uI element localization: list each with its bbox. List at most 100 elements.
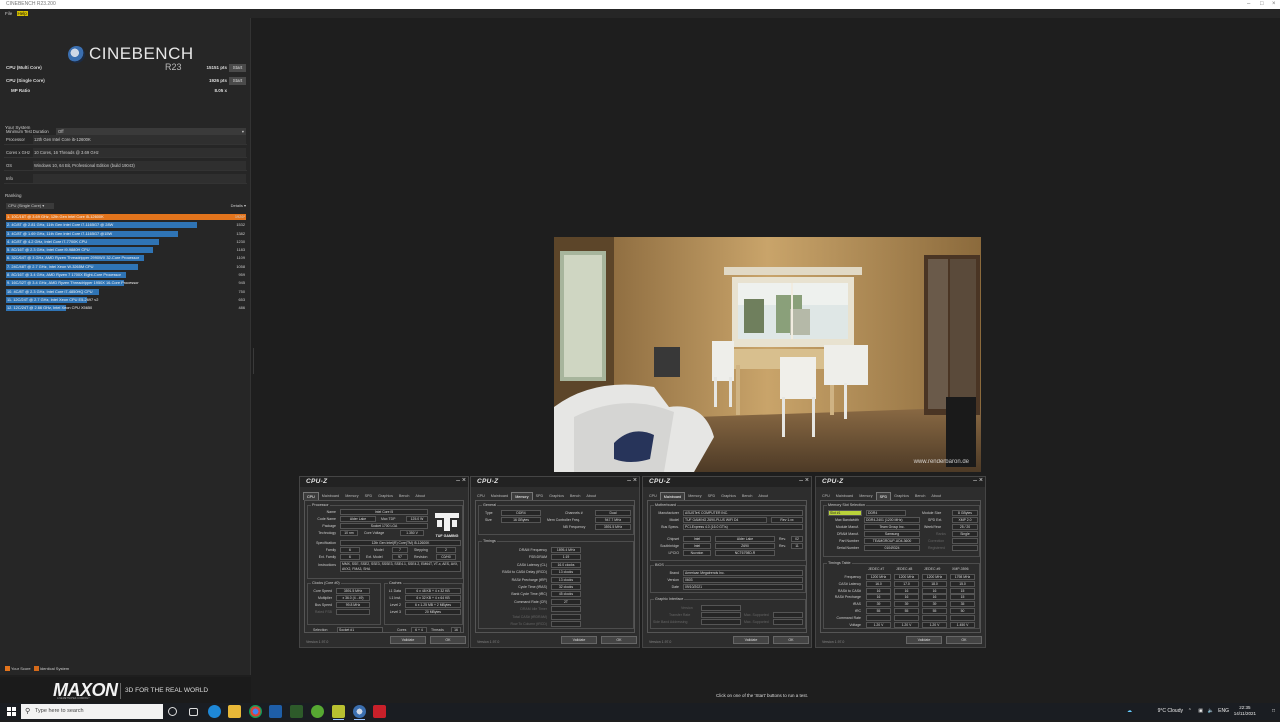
maximize-icon[interactable]: □ (1260, 0, 1264, 9)
tab-bench[interactable]: Bench (912, 492, 928, 500)
tab-cpu[interactable]: CPU (474, 492, 488, 500)
ok-button[interactable]: OK (430, 636, 466, 644)
windows-start-icon[interactable] (2, 703, 20, 720)
window-controls-icon[interactable]: – × (973, 477, 983, 484)
cortana-icon[interactable] (168, 707, 177, 716)
ranking-item[interactable]: 3. 4C/8T @ 1.69 GHz, 11th Gen Intel Core… (6, 230, 246, 238)
timings-cell: 1.20 V (922, 621, 947, 628)
start-multi-core-button[interactable]: Start (229, 64, 246, 72)
task-view-icon[interactable] (189, 708, 198, 716)
chrome-icon[interactable] (249, 705, 262, 718)
tab-mainboard[interactable]: Mainboard (319, 492, 342, 500)
app-icon[interactable] (290, 705, 303, 718)
ranking-item[interactable]: 8. 8C/16T @ 3.4 GHz, AMD Ryzen 7 1700X E… (6, 271, 246, 279)
menu-file[interactable]: File (5, 11, 12, 16)
edge-icon[interactable] (208, 705, 221, 718)
tab-about[interactable]: About (583, 492, 599, 500)
notification-icon[interactable]: □ (1272, 703, 1275, 720)
field-label: Specification (316, 541, 336, 545)
tab-memory[interactable]: Memory (685, 492, 704, 500)
ranking-item[interactable]: 6. 32C/64T @ 3 GHz, AMD Ryzen Threadripp… (6, 254, 246, 262)
field-value: 6 x 32 KB + 4 x 64 KB (405, 595, 461, 601)
menu-help[interactable]: Help (16, 11, 28, 16)
field-label: Module Size (922, 511, 942, 515)
tab-mainboard[interactable]: Mainboard (659, 492, 686, 500)
socket-select[interactable]: Socket #1 (337, 627, 383, 633)
tab-cpu[interactable]: CPU (303, 492, 319, 500)
tab-about[interactable]: About (755, 492, 771, 500)
tab-about[interactable]: About (412, 492, 428, 500)
chevron-up-icon[interactable]: ⌃ (1188, 703, 1192, 720)
tab-about[interactable]: About (928, 492, 944, 500)
network-icon[interactable]: ▣ (1198, 703, 1203, 720)
tab-graphics[interactable]: Graphics (375, 492, 396, 500)
ok-button[interactable]: OK (946, 636, 982, 644)
validate-button[interactable]: Validate (906, 636, 942, 644)
timings-cell: 50 (950, 608, 975, 614)
close-icon[interactable]: × (1272, 0, 1276, 9)
field-value: 125.0 W (406, 516, 428, 522)
language-indicator[interactable]: ENG (1218, 703, 1229, 720)
tab-graphics[interactable]: Graphics (718, 492, 739, 500)
minimize-icon[interactable]: – (1247, 0, 1250, 9)
tab-mainboard[interactable]: Mainboard (488, 492, 511, 500)
start-single-core-button[interactable]: Start (229, 77, 246, 85)
window-controls-icon[interactable]: – × (456, 477, 466, 484)
file-explorer-icon[interactable] (228, 705, 241, 718)
ranking-item[interactable]: 1. 10C/16T @ 3.69 GHz, 12th Gen Intel Co… (6, 213, 246, 221)
tab-mainboard[interactable]: Mainboard (833, 492, 856, 500)
splitter-handle[interactable] (253, 348, 254, 374)
tab-bench[interactable]: Bench (739, 492, 755, 500)
field-value (952, 545, 978, 551)
cinebench-taskbar-icon[interactable] (353, 705, 366, 720)
ok-button[interactable]: OK (773, 636, 809, 644)
window-controls-icon[interactable]: – × (799, 477, 809, 484)
volume-icon[interactable]: 🔈 (1208, 703, 1214, 720)
ranking-item[interactable]: 9. 16C/32T @ 3.4 GHz, AMD Ryzen Threadri… (6, 279, 246, 287)
slot-select[interactable]: Slot #1 (828, 510, 862, 516)
field-value: TEAMGROUP-UD4-3600 (864, 538, 920, 544)
search-placeholder: Type here to search (35, 708, 84, 714)
field-value: 6 x 48 KB + 4 x 32 KB (405, 588, 461, 594)
cpuz-taskbar-icon[interactable] (332, 705, 345, 720)
app-green-icon[interactable] (311, 705, 324, 718)
tab-memory[interactable]: Memory (342, 492, 361, 500)
ranking-item[interactable]: 4. 4C/8T @ 4.2 GHz, Intel Core i7-7700K … (6, 238, 246, 246)
system-info-field[interactable] (33, 174, 246, 183)
tab-graphics[interactable]: Graphics (891, 492, 912, 500)
tab-memory[interactable]: Memory (856, 492, 875, 500)
window-controls-icon[interactable]: – × (627, 477, 637, 484)
ranking-item[interactable]: 7. 24C/48T @ 2.7 GHz, Intel Xeon W-3265M… (6, 263, 246, 271)
tab-spd[interactable]: SPD (875, 492, 892, 500)
store-icon[interactable] (269, 705, 282, 718)
weather-text[interactable]: 9°C Cloudy (1158, 703, 1183, 720)
tab-cpu[interactable]: CPU (646, 492, 660, 500)
app-red-icon[interactable] (373, 705, 386, 718)
ranking-item[interactable]: 11. 12C/24T @ 2.7 GHz, Intel Xeon CPU E5… (6, 296, 246, 304)
tab-spd[interactable]: SPD (362, 492, 376, 500)
tab-graphics[interactable]: Graphics (546, 492, 567, 500)
timings-cell: 16 (922, 587, 947, 594)
validate-button[interactable]: Validate (561, 636, 597, 644)
room-render-image (554, 237, 981, 472)
field-label: NB Frequency (563, 525, 586, 529)
ok-button[interactable]: OK (601, 636, 637, 644)
tab-bench[interactable]: Bench (567, 492, 583, 500)
ranking-item[interactable]: 12. 12C/24T @ 2.66 GHz, Intel Xeon CPU X… (6, 304, 246, 312)
tab-cpu[interactable]: CPU (819, 492, 833, 500)
ranking-label: 4. 4C/8T @ 4.2 GHz, Intel Core i7-7700K … (7, 238, 88, 244)
validate-button[interactable]: Validate (390, 636, 426, 644)
tab-spd[interactable]: SPD (533, 492, 547, 500)
tab-memory[interactable]: Memory (511, 492, 533, 500)
details-button[interactable]: Details ▾ (231, 203, 246, 209)
taskbar-search-input[interactable]: ⚲ Type here to search (21, 704, 163, 719)
taskbar-clock[interactable]: 22:35 14/11/2021 (1234, 705, 1256, 717)
ranking-item[interactable]: 2. 4C/8T @ 2.81 GHz, 11th Gen Intel Core… (6, 221, 246, 229)
timings-cell: 15 (950, 587, 975, 594)
tab-bench[interactable]: Bench (396, 492, 412, 500)
tab-spd[interactable]: SPD (705, 492, 719, 500)
ranking-dropdown[interactable]: CPU (Single Core) ▾ (6, 203, 54, 209)
validate-button[interactable]: Validate (733, 636, 769, 644)
ranking-item[interactable]: 5. 8C/16T @ 2.3 GHz, Intel Core i9-9880H… (6, 246, 246, 254)
ranking-item[interactable]: 10. 4C/8T @ 2.3 GHz, Intel Core i7-4850H… (6, 288, 246, 296)
